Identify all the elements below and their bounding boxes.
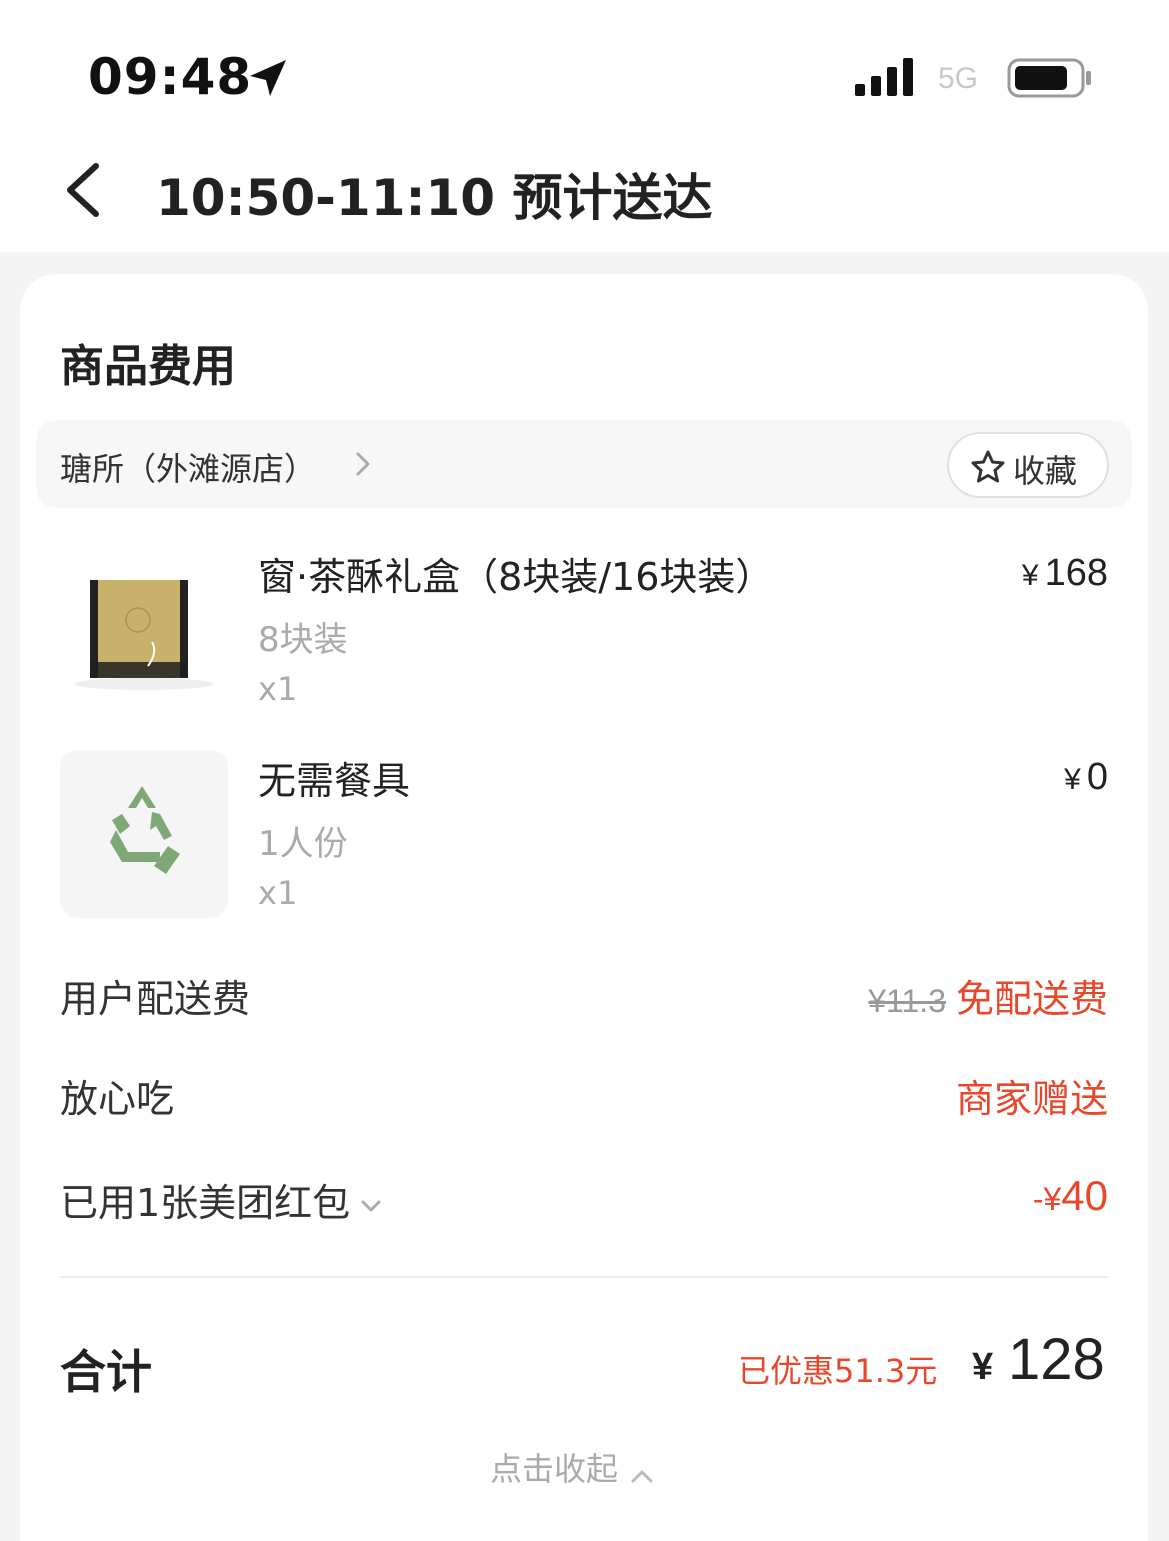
total-amount: 128 <box>1008 1327 1105 1392</box>
delivery-fee-value: ¥11.3 免配送费 <box>868 977 1108 1021</box>
collapse-label: 点击收起 <box>490 1450 619 1488</box>
assurance-row: 放心吃 商家赠送 <box>60 1068 1108 1128</box>
item-spec: 8块装 <box>258 620 348 660</box>
signal-icon <box>855 58 913 96</box>
assurance-label: 放心吃 <box>60 1077 175 1121</box>
total-saved: 已优惠51.3元 <box>738 1352 938 1390</box>
product-thumbnail <box>60 546 228 714</box>
location-arrow-icon <box>250 60 286 96</box>
favorite-label: 收藏 <box>1013 452 1078 490</box>
favorite-button[interactable]: 收藏 <box>947 432 1109 498</box>
delivery-fee-row: 用户配送费 ¥11.3 免配送费 <box>60 968 1108 1028</box>
list-item[interactable]: 无需餐具 1人份 x1 ¥0 <box>60 750 1108 920</box>
coupon-label[interactable]: 已用1张美团红包 <box>60 1172 382 1227</box>
network-type: 5G <box>938 62 979 95</box>
original-delivery-fee: ¥11.3 <box>868 983 946 1019</box>
list-item[interactable]: 窗·茶酥礼盒（8块装/16块装） 8块装 x1 ¥168 <box>60 546 1108 716</box>
total-currency: ¥ <box>972 1346 994 1388</box>
section-title: 商品费用 <box>60 341 236 392</box>
coupon-row[interactable]: 已用1张美团红包 -¥40 <box>60 1172 1108 1232</box>
star-icon <box>971 450 1005 483</box>
top-bar: 09:48 5G 10:50-11:10 预计送达 <box>0 0 1169 252</box>
item-quantity: x1 <box>258 670 298 708</box>
divider <box>60 1276 1108 1278</box>
gift-box-image <box>60 546 228 714</box>
item-name: 窗·茶酥礼盒（8块装/16块装） <box>258 555 774 599</box>
chevron-up-icon <box>631 1470 653 1482</box>
shop-row[interactable]: 瑭所（外滩源店） 收藏 <box>36 420 1132 508</box>
item-name: 无需餐具 <box>258 759 411 803</box>
back-chevron-icon[interactable] <box>58 158 114 222</box>
total-label: 合计 <box>60 1345 152 1399</box>
item-spec: 1人份 <box>258 824 348 864</box>
collapse-button[interactable]: 点击收起 <box>490 1444 654 1488</box>
delivery-fee-label: 用户配送费 <box>60 977 251 1021</box>
item-price: ¥168 <box>1021 552 1108 594</box>
item-price: ¥0 <box>1064 756 1108 798</box>
item-quantity: x1 <box>258 874 298 912</box>
shop-name[interactable]: 瑭所（外滩源店） <box>60 444 316 490</box>
page-title: 10:50-11:10 预计送达 <box>156 169 713 227</box>
assurance-value: 商家赠送 <box>955 1077 1108 1121</box>
chevron-down-icon <box>361 1200 381 1211</box>
coupon-discount: -¥40 <box>1032 1172 1108 1219</box>
chevron-right-icon <box>356 452 370 476</box>
battery-icon <box>1007 58 1091 98</box>
product-thumbnail <box>60 750 228 918</box>
order-fee-card: 商品费用 瑭所（外滩源店） 收藏 窗·茶酥礼盒（8块装/16块装） 8块装 x1… <box>20 274 1148 1541</box>
status-time: 09:48 <box>88 48 253 106</box>
recycle-icon <box>60 750 228 918</box>
